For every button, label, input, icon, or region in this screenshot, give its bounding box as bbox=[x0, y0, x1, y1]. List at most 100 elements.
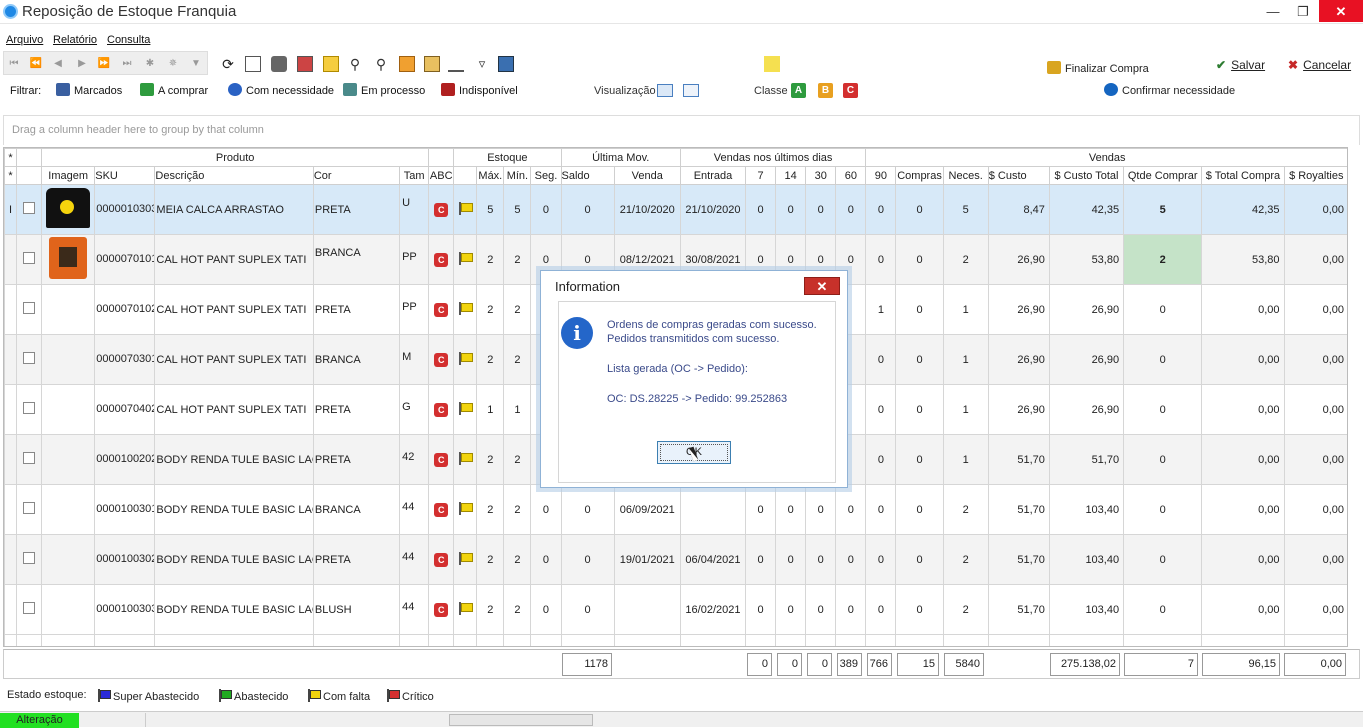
row-checkbox[interactable] bbox=[16, 284, 43, 335]
header-cor[interactable]: Cor bbox=[312, 166, 401, 185]
table-row[interactable]: 0000100302 BODY RENDA TULE BASIC LACE PRET… bbox=[4, 534, 1347, 585]
filter-marcados[interactable]: Marcados bbox=[56, 83, 122, 99]
header-30[interactable]: 30 bbox=[805, 166, 837, 185]
checkbox[interactable] bbox=[23, 602, 36, 614]
refresh-icon[interactable]: ⟳ bbox=[219, 56, 237, 72]
checkbox[interactable] bbox=[23, 302, 36, 314]
row-checkbox[interactable] bbox=[16, 384, 43, 435]
print-icon[interactable] bbox=[271, 56, 287, 72]
header-neces[interactable]: Neces. bbox=[942, 166, 989, 185]
export-icon[interactable] bbox=[297, 56, 313, 72]
filter-down-icon[interactable]: ▼ bbox=[187, 56, 205, 72]
first-record-icon[interactable]: ⏮ bbox=[5, 56, 23, 72]
dialog-close-button[interactable]: ✕ bbox=[804, 277, 840, 295]
header-entrada[interactable]: Entrada bbox=[679, 166, 747, 185]
filter-com-necessidade[interactable]: Com necessidade bbox=[228, 83, 334, 99]
cell-qtde-comprar[interactable]: 0 bbox=[1123, 534, 1203, 585]
prev-record-icon[interactable]: ◀ bbox=[49, 56, 67, 72]
row-checkbox[interactable] bbox=[16, 434, 43, 485]
filter-a-comprar[interactable]: A comprar bbox=[140, 83, 208, 99]
table-row[interactable]: 0000100301 BODY RENDA TULE BASIC LACE BRAN… bbox=[4, 484, 1347, 535]
insert-icon[interactable]: ✱ bbox=[141, 56, 159, 72]
header-90[interactable]: 90 bbox=[865, 166, 897, 185]
header-saldo[interactable]: Saldo bbox=[560, 166, 615, 185]
header-royalties[interactable]: $ Royalties bbox=[1283, 166, 1347, 185]
header-qtde-comprar[interactable]: Qtde Comprar bbox=[1123, 166, 1203, 185]
table-row[interactable]: 0000100303 BODY RENDA TULE BASIC LACE BLUS… bbox=[4, 584, 1347, 635]
filter-icon[interactable]: ▿ bbox=[473, 56, 491, 72]
header-sku[interactable]: SKU bbox=[94, 166, 156, 185]
checkbox[interactable] bbox=[23, 252, 36, 264]
checkbox[interactable] bbox=[23, 502, 36, 514]
checkbox[interactable] bbox=[23, 202, 36, 214]
menu-arquivo[interactable]: Arquivo bbox=[6, 34, 43, 46]
zoom-in-icon[interactable]: ⚲ bbox=[346, 56, 364, 72]
header-seg[interactable]: Seg. bbox=[530, 166, 562, 185]
group-by-panel[interactable]: Drag a column header here to group by th… bbox=[3, 115, 1360, 145]
finalizar-compra-button[interactable]: Finalizar Compra bbox=[1047, 61, 1149, 75]
filter-indisponivel[interactable]: Indisponível bbox=[441, 83, 518, 99]
grid-view-icon[interactable] bbox=[657, 84, 673, 97]
row-checkbox[interactable] bbox=[16, 184, 43, 235]
header-check[interactable] bbox=[16, 166, 43, 185]
menu-consulta[interactable]: Consulta bbox=[107, 34, 150, 46]
header-custo-total[interactable]: $ Custo Total bbox=[1048, 166, 1125, 185]
maximize-button[interactable]: ❐ bbox=[1286, 0, 1320, 24]
chart-icon[interactable] bbox=[448, 56, 464, 72]
cell-qtde-comprar[interactable]: 0 bbox=[1123, 584, 1203, 635]
row-checkbox[interactable] bbox=[16, 584, 43, 635]
header-14[interactable]: 14 bbox=[775, 166, 807, 185]
header-imagem[interactable]: Imagem bbox=[41, 166, 96, 185]
checkbox[interactable] bbox=[23, 352, 36, 364]
card-view-icon[interactable] bbox=[683, 84, 699, 97]
row-checkbox[interactable] bbox=[16, 234, 43, 285]
cell-qtde-comprar[interactable]: 0 bbox=[1123, 434, 1203, 485]
row-checkbox[interactable] bbox=[16, 484, 43, 535]
mail-icon[interactable] bbox=[323, 56, 339, 72]
salvar-button[interactable]: ✔ Salvar bbox=[1216, 58, 1265, 72]
classe-b-button[interactable]: B bbox=[818, 83, 833, 98]
exit-icon[interactable] bbox=[498, 56, 514, 72]
cell-qtde-comprar[interactable]: 0 bbox=[1123, 484, 1203, 535]
runner-icon[interactable] bbox=[764, 56, 780, 72]
form-icon[interactable] bbox=[399, 56, 415, 72]
filter-em-processo[interactable]: Em processo bbox=[343, 83, 425, 99]
next-page-icon[interactable]: ⏩ bbox=[95, 56, 113, 72]
header-venda[interactable]: Venda bbox=[613, 166, 681, 185]
header-total-compra[interactable]: $ Total Compra bbox=[1201, 166, 1285, 185]
cell-qtde-comprar[interactable]: 0 bbox=[1123, 334, 1203, 385]
header-compras[interactable]: Compras bbox=[895, 166, 944, 185]
delete-icon[interactable]: ✵ bbox=[164, 56, 182, 72]
table-row[interactable]: I 0000010303 MEIA CALCA ARRASTAO PRETA U C 5 5 0… bbox=[4, 184, 1347, 235]
confirmar-necessidade-button[interactable]: Confirmar necessidade bbox=[1104, 83, 1235, 97]
cell-qtde-comprar[interactable]: 0 bbox=[1123, 384, 1203, 435]
prev-page-icon[interactable]: ⏪ bbox=[27, 56, 45, 72]
preview-icon[interactable] bbox=[245, 56, 261, 72]
checkbox[interactable] bbox=[23, 402, 36, 414]
header-60[interactable]: 60 bbox=[835, 166, 867, 185]
table-row[interactable] bbox=[4, 634, 1347, 646]
minimize-button[interactable]: — bbox=[1256, 0, 1290, 24]
zoom-out-icon[interactable]: ⚲ bbox=[372, 56, 390, 72]
checkbox[interactable] bbox=[23, 452, 36, 464]
close-button[interactable]: ✕ bbox=[1319, 0, 1363, 22]
cell-qtde-comprar[interactable]: 2 bbox=[1123, 234, 1203, 285]
menu-relatorio[interactable]: Relatório bbox=[53, 34, 97, 46]
cancelar-button[interactable]: ✖ Cancelar bbox=[1288, 58, 1351, 72]
cell-qtde-comprar[interactable]: 0 bbox=[1123, 284, 1203, 335]
cell-qtde-comprar[interactable]: 5 bbox=[1123, 184, 1203, 235]
layout-icon[interactable] bbox=[424, 56, 440, 72]
classe-a-button[interactable]: A bbox=[791, 83, 806, 98]
header-flag[interactable] bbox=[453, 166, 478, 185]
header-min[interactable]: Mín. bbox=[503, 166, 532, 185]
next-record-icon[interactable]: ▶ bbox=[73, 56, 91, 72]
row-checkbox[interactable] bbox=[16, 534, 43, 585]
checkbox[interactable] bbox=[23, 552, 36, 564]
header-7[interactable]: 7 bbox=[745, 166, 777, 185]
header-abc[interactable]: ABC bbox=[428, 166, 455, 185]
header-tam[interactable]: Tam bbox=[399, 166, 430, 185]
last-record-icon[interactable]: ⏭ bbox=[118, 56, 136, 72]
header-custo[interactable]: $ Custo bbox=[987, 166, 1050, 185]
header-max[interactable]: Máx. bbox=[476, 166, 505, 185]
header-descricao[interactable]: Descrição bbox=[154, 166, 314, 185]
